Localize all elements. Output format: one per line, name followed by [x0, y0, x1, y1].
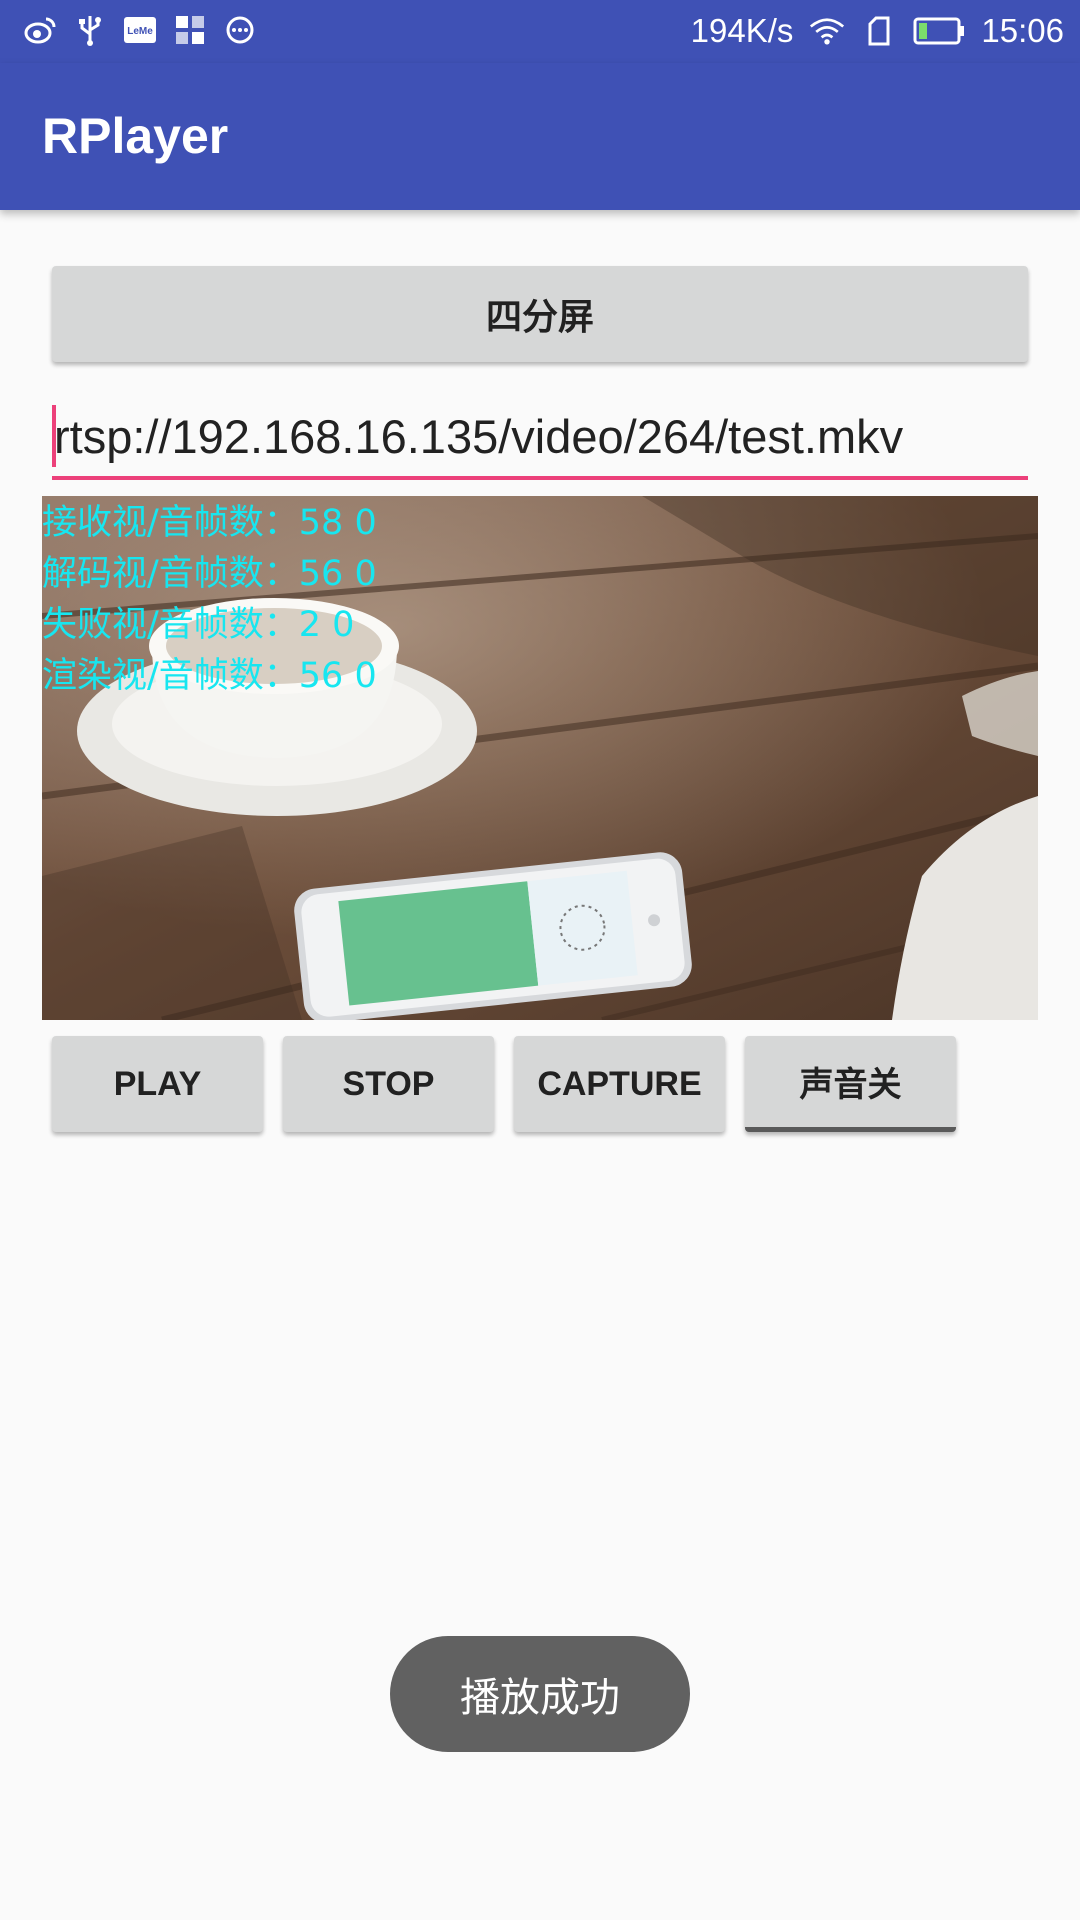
- status-right: 194K/s 15:06: [691, 8, 1064, 54]
- stop-button[interactable]: STOP: [283, 1036, 494, 1132]
- apps-icon: [172, 12, 208, 48]
- sim-icon: [861, 13, 897, 49]
- quad-screen-button[interactable]: 四分屏: [52, 266, 1028, 362]
- wifi-icon: [809, 13, 845, 49]
- weibo-icon: [22, 12, 58, 48]
- received-frames-stat: 接收视/音帧数：58 0: [42, 503, 377, 543]
- app-bar: RPlayer: [0, 63, 1080, 210]
- capture-button[interactable]: CAPTURE: [514, 1036, 725, 1132]
- text-cursor: [52, 405, 56, 467]
- audio-toggle-button[interactable]: 声音关: [745, 1036, 956, 1132]
- battery-icon: [913, 13, 965, 49]
- play-button[interactable]: PLAY: [52, 1036, 263, 1132]
- leme-icon: LeMe: [122, 12, 158, 48]
- status-left-icons: LeMe: [22, 12, 258, 48]
- url-field: [52, 400, 1028, 480]
- video-surface[interactable]: 接收视/音帧数：58 0 解码视/音帧数：56 0 失败视/音帧数：2 0 渲染…: [42, 496, 1038, 1020]
- message-icon: [222, 12, 258, 48]
- status-bar: LeMe 194K/s 15:06: [0, 0, 1080, 63]
- usb-icon: [72, 12, 108, 48]
- failed-frames-stat: 失败视/音帧数：2 0: [42, 605, 355, 645]
- frame-stats: 接收视/音帧数：58 0 解码视/音帧数：56 0 失败视/音帧数：2 0 渲染…: [42, 498, 377, 702]
- url-input[interactable]: [54, 400, 1024, 472]
- network-speed: 194K/s: [690, 12, 794, 49]
- clock: 15:06: [981, 12, 1064, 49]
- svg-text:LeMe: LeMe: [127, 26, 153, 37]
- decoded-frames-stat: 解码视/音帧数：56 0: [42, 554, 377, 594]
- app-title: RPlayer: [42, 108, 229, 164]
- toast-message: 播放成功: [390, 1636, 690, 1752]
- rplayer-screen: LeMe 194K/s 15:06 RPlayer 四分屏 rtsp://192…: [0, 0, 1080, 1920]
- rendered-frames-stat: 渲染视/音帧数：56 0: [42, 656, 377, 696]
